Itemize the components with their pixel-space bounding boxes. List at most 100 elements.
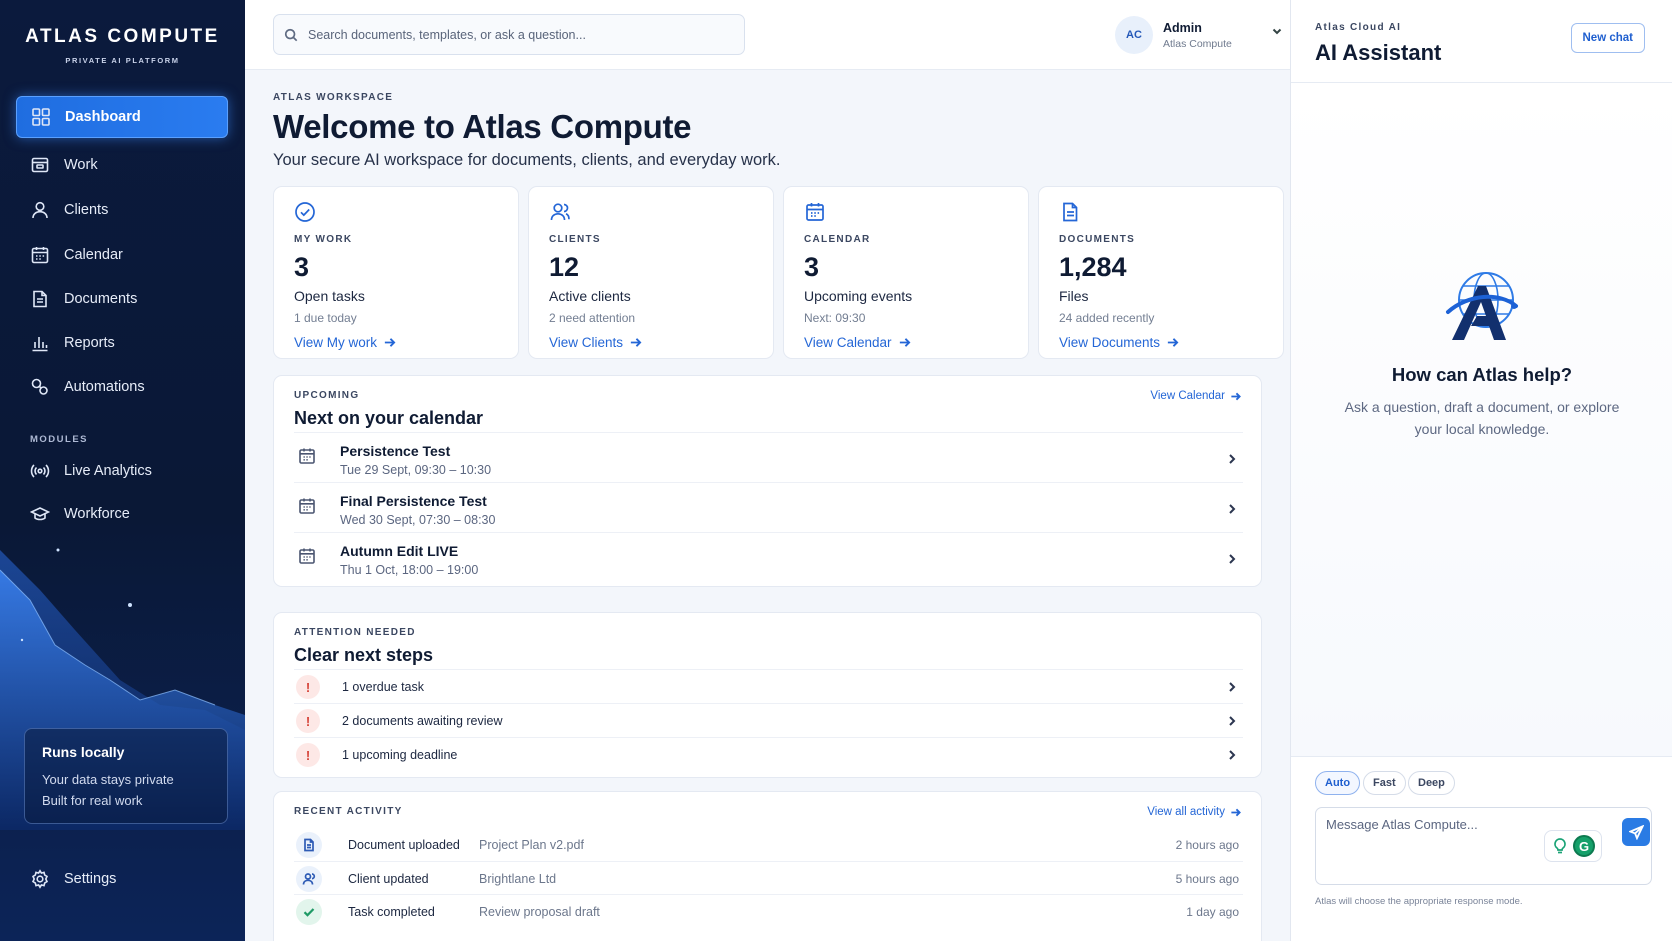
sidebar-item-calendar[interactable]: Calendar [16, 234, 228, 276]
event-time: Thu 1 Oct, 18:00 – 19:00 [340, 563, 479, 577]
sidebar-item-label: Documents [64, 291, 138, 307]
view-all-activity-link[interactable]: View all activity [1147, 806, 1241, 818]
sidebar-item-documents[interactable]: Documents [16, 278, 228, 320]
user-menu[interactable]: AC Admin Atlas Compute [1115, 16, 1284, 54]
brand-name: ATLAS COMPUTE [25, 26, 220, 47]
calendar-icon [31, 247, 49, 264]
sidebar-item-settings[interactable]: Settings [16, 858, 228, 900]
chevron-right-icon [1229, 504, 1236, 514]
assistant-empty-state: How can Atlas help? Ask a question, draf… [1291, 84, 1672, 756]
stat-card-calendar: CALENDAR 3 Upcoming events Next: 09:30 V… [783, 186, 1029, 359]
send-button[interactable] [1622, 818, 1650, 846]
lightbulb-icon [1554, 838, 1566, 854]
sidebar-item-reports[interactable]: Reports [16, 322, 228, 364]
sidebar-item-workforce[interactable]: Workforce [16, 493, 228, 535]
stat-label: MY WORK [294, 234, 353, 245]
assistant-header: Atlas Cloud AI AI Assistant New chat [1291, 0, 1672, 83]
sidebar-item-work[interactable]: Work [16, 144, 228, 186]
view-clients-link[interactable]: View Clients [549, 335, 753, 350]
calendar-icon [299, 498, 315, 514]
view-calendar-link[interactable]: View Calendar [1150, 390, 1241, 402]
calendar-event-row[interactable]: Persistence Test Tue 29 Sept, 09:30 – 10… [294, 432, 1243, 485]
page-title: Welcome to Atlas Compute [273, 108, 692, 145]
calendar-event-row[interactable]: Autumn Edit LIVE Thu 1 Oct, 18:00 – 19:0… [294, 532, 1243, 585]
chevron-right-icon [1229, 554, 1236, 564]
stat-value: 3 [294, 252, 310, 282]
calendar-event-row[interactable]: Final Persistence Test Wed 30 Sept, 07:3… [294, 482, 1243, 535]
stat-label: DOCUMENTS [1059, 234, 1136, 245]
attention-panel: ATTENTION NEEDED Clear next steps ! 1 ov… [273, 612, 1262, 778]
stat-note: Next: 09:30 [804, 311, 866, 325]
activity-time: 1 day ago [1186, 905, 1239, 919]
assistant-eyebrow: Atlas Cloud AI [1315, 22, 1402, 33]
attention-eyebrow: ATTENTION NEEDED [294, 627, 416, 638]
stat-value: 3 [804, 252, 820, 282]
stat-note: 24 added recently [1059, 311, 1155, 325]
sidebar-item-live-analytics[interactable]: Live Analytics [16, 450, 228, 492]
activity-eyebrow: RECENT ACTIVITY [294, 806, 403, 817]
search-bar[interactable] [273, 14, 745, 55]
activity-time: 5 hours ago [1175, 872, 1239, 886]
check-circle-icon [295, 202, 315, 222]
link-label: View Calendar [1150, 390, 1225, 402]
user-name: Admin [1163, 20, 1202, 35]
search-input[interactable] [308, 27, 728, 42]
upcoming-eyebrow: UPCOMING [294, 390, 360, 401]
view-documents-link[interactable]: View Documents [1059, 335, 1263, 350]
stat-description: Files [1059, 288, 1089, 304]
arrow-right-icon [899, 338, 911, 347]
document-icon [33, 290, 47, 308]
event-title: Autumn Edit LIVE [340, 543, 459, 559]
grammarly-icon: G [1573, 835, 1595, 857]
attention-title: Clear next steps [294, 645, 434, 665]
link-label: View all activity [1147, 806, 1225, 818]
message-box: G [1315, 807, 1652, 885]
runs-locally-line: Your data stays private [42, 772, 174, 787]
activity-action: Document uploaded [348, 838, 460, 852]
recent-activity-panel: RECENT ACTIVITY View all activity Docume… [273, 791, 1262, 941]
automation-icon [31, 378, 48, 395]
mode-fast-button[interactable]: Fast [1363, 771, 1406, 795]
document-icon [296, 832, 322, 858]
top-bar: AC Admin Atlas Compute [245, 0, 1290, 70]
document-icon [1063, 202, 1078, 222]
extension-pill[interactable]: G [1544, 830, 1602, 862]
sidebar-item-label: Work [64, 157, 98, 173]
message-input[interactable] [1326, 817, 1526, 857]
stat-description: Open tasks [294, 288, 365, 304]
arrow-right-icon [630, 338, 642, 347]
arrow-right-icon [1167, 338, 1179, 347]
attention-item[interactable]: ! 2 documents awaiting review [294, 703, 1243, 737]
main-content: ATLAS WORKSPACE Welcome to Atlas Compute… [245, 70, 1290, 941]
mode-auto-button[interactable]: Auto [1315, 771, 1361, 795]
view-my-work-link[interactable]: View My work [294, 335, 498, 350]
calendar-icon [299, 548, 315, 564]
alert-icon: ! [296, 743, 320, 767]
mode-deep-button[interactable]: Deep [1408, 771, 1455, 795]
assistant-footnote: Atlas will choose the appropriate respon… [1315, 896, 1523, 907]
sidebar-item-dashboard[interactable]: Dashboard [16, 96, 228, 138]
attention-item[interactable]: ! 1 overdue task [294, 669, 1243, 703]
chevron-right-icon [1229, 454, 1236, 464]
chevron-right-icon [1229, 716, 1236, 726]
gear-icon [31, 869, 49, 889]
sidebar-item-automations[interactable]: Automations [16, 366, 228, 408]
sidebar-item-label: Dashboard [65, 109, 141, 125]
check-icon [296, 899, 322, 925]
stat-card-my-work: MY WORK 3 Open tasks 1 due today View My… [273, 186, 519, 359]
stat-note: 2 need attention [549, 311, 636, 325]
event-title: Final Persistence Test [340, 493, 487, 509]
sidebar-item-clients[interactable]: Clients [16, 189, 228, 231]
stat-card-clients: CLIENTS 12 Active clients 2 need attenti… [528, 186, 774, 359]
upcoming-panel: UPCOMING Next on your calendar View Cale… [273, 375, 1262, 587]
assistant-title: AI Assistant [1315, 40, 1442, 65]
activity-row: Document uploaded Project Plan v2.pdf 2 … [294, 828, 1243, 861]
arrow-right-icon [384, 338, 396, 347]
view-calendar-link[interactable]: View Calendar [804, 335, 1008, 350]
chevron-right-icon [1229, 682, 1236, 692]
chevron-down-icon [1272, 28, 1282, 35]
attention-item[interactable]: ! 1 upcoming deadline [294, 737, 1243, 771]
chevron-right-icon [1229, 750, 1236, 760]
link-label: View Clients [549, 335, 624, 350]
new-chat-button[interactable]: New chat [1570, 23, 1645, 53]
